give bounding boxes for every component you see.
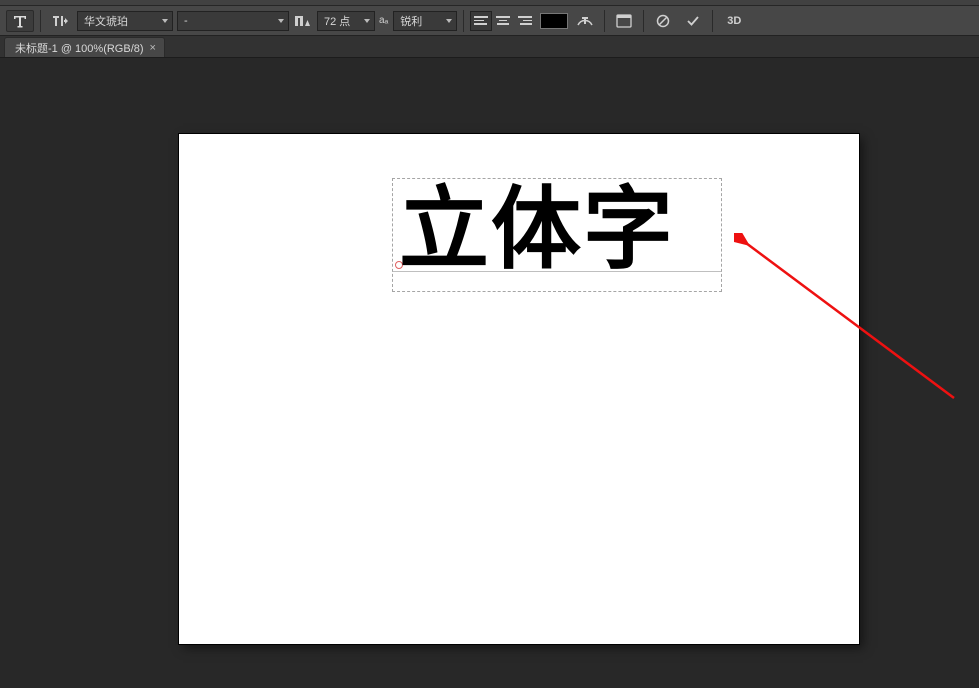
divider bbox=[712, 10, 713, 32]
font-style-value: - bbox=[184, 15, 274, 27]
font-style-dropdown[interactable]: - bbox=[177, 11, 289, 31]
commit-edits-icon[interactable] bbox=[680, 10, 706, 32]
font-family-value: 华文琥珀 bbox=[84, 13, 158, 29]
divider bbox=[643, 10, 644, 32]
document-tab[interactable]: 未标题-1 @ 100%(RGB/8) × bbox=[4, 37, 165, 57]
workspace: 立体字 bbox=[0, 58, 979, 688]
document-tab-bar: 未标题-1 @ 100%(RGB/8) × bbox=[0, 36, 979, 58]
font-size-dropdown[interactable]: 72 点 bbox=[317, 11, 375, 31]
chevron-down-icon bbox=[446, 19, 452, 23]
font-size-value: 72 点 bbox=[324, 13, 360, 29]
3d-button[interactable]: 3D bbox=[719, 10, 749, 32]
document-tab-title: 未标题-1 @ 100%(RGB/8) bbox=[15, 40, 144, 56]
chevron-down-icon bbox=[162, 19, 168, 23]
divider bbox=[604, 10, 605, 32]
antialias-value: 锐利 bbox=[400, 13, 442, 29]
text-align-group bbox=[470, 11, 536, 31]
antialias-dropdown[interactable]: 锐利 bbox=[393, 11, 457, 31]
font-family-dropdown[interactable]: 华文琥珀 bbox=[77, 11, 173, 31]
align-left-button[interactable] bbox=[470, 11, 492, 31]
divider bbox=[40, 10, 41, 32]
text-color-swatch[interactable] bbox=[540, 13, 568, 29]
cancel-edits-icon[interactable] bbox=[650, 10, 676, 32]
align-center-button[interactable] bbox=[492, 11, 514, 31]
align-right-button[interactable] bbox=[514, 11, 536, 31]
type-bounding-box[interactable]: 立体字 bbox=[392, 178, 722, 292]
chevron-down-icon bbox=[364, 19, 370, 23]
document-canvas[interactable]: 立体字 bbox=[179, 134, 859, 644]
character-panel-icon[interactable] bbox=[611, 10, 637, 32]
horizontal-type-tool-icon[interactable] bbox=[6, 10, 34, 32]
font-size-icon bbox=[293, 10, 313, 32]
3d-label: 3D bbox=[727, 15, 741, 27]
canvas-text-content[interactable]: 立体字 bbox=[399, 185, 675, 275]
type-options-bar: 华文琥珀 - 72 点 aₐ 锐利 bbox=[0, 6, 979, 36]
close-icon[interactable]: × bbox=[150, 42, 156, 54]
chevron-down-icon bbox=[278, 19, 284, 23]
toggle-orientation-icon[interactable] bbox=[47, 10, 73, 32]
antialias-label: aₐ bbox=[379, 15, 388, 26]
warp-text-icon[interactable] bbox=[572, 10, 598, 32]
canvas-viewport[interactable]: 立体字 bbox=[14, 58, 979, 688]
divider bbox=[463, 10, 464, 32]
